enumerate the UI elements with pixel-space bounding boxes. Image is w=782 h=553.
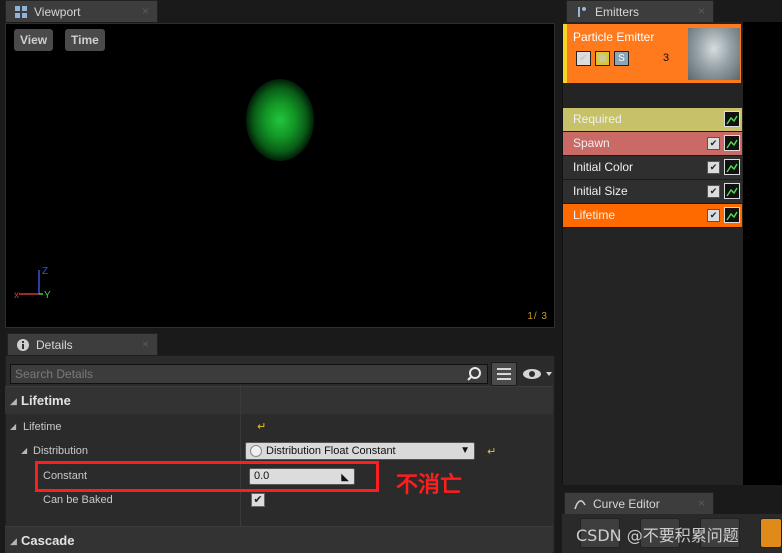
viewport-canvas[interactable]: View Time Z Y x 1/ 3	[5, 23, 555, 328]
emitter-header[interactable]: Particle Emitter ✔ ▦ S 3	[563, 24, 741, 83]
collapse-arrow-icon[interactable]: ◢	[10, 387, 17, 415]
annotation-highlight-box	[35, 461, 379, 492]
axis-z-label: Z	[42, 266, 48, 277]
distribution-value: Distribution Float Constant	[266, 445, 396, 457]
emitter-column-empty-area	[743, 22, 782, 485]
collapse-arrow-icon[interactable]: ◢	[21, 439, 27, 463]
module-initial-color[interactable]: Initial Color ✔	[563, 156, 742, 180]
tab-details[interactable]: Details ×	[7, 333, 158, 355]
close-icon[interactable]: ×	[142, 4, 149, 18]
watermark: CSDN @不要积累问题	[576, 526, 739, 545]
category-lifetime-label: Lifetime	[21, 393, 71, 408]
search-icon[interactable]	[466, 366, 484, 382]
info-icon	[17, 338, 29, 351]
module-label: Spawn	[573, 136, 610, 150]
module-list: Required Spawn ✔ Initial Color ✔ Initial…	[563, 108, 742, 228]
graph-icon[interactable]	[724, 183, 740, 199]
tab-viewport-label: Viewport	[34, 4, 81, 19]
tab-emitters[interactable]: Emitters ×	[566, 0, 714, 22]
module-enabled-checkbox[interactable]: ✔	[707, 185, 720, 198]
module-spawn[interactable]: Spawn ✔	[563, 132, 742, 156]
distribution-type-dropdown[interactable]: Distribution Float Constant ▼	[245, 442, 475, 460]
module-initial-size[interactable]: Initial Size ✔	[563, 180, 742, 204]
axis-gizmo-icon: Z Y x	[14, 266, 51, 300]
search-input[interactable]: Search Details	[10, 364, 488, 384]
emitter-name: Particle Emitter	[573, 30, 655, 44]
eye-icon[interactable]	[520, 365, 554, 383]
curve-icon	[574, 499, 586, 509]
list-icon	[497, 368, 511, 380]
module-label: Lifetime	[573, 208, 616, 222]
axis-x-label: x	[14, 290, 19, 300]
module-enabled-checkbox[interactable]: ✔	[707, 161, 720, 174]
tab-emitters-label: Emitters	[595, 4, 640, 19]
distribution-radio-icon	[250, 445, 262, 457]
emitter-enabled-checkbox[interactable]: ✔	[576, 51, 591, 66]
time-button[interactable]: Time	[65, 29, 105, 51]
emitter-particle-count: 3	[663, 52, 670, 64]
grid-icon	[15, 5, 27, 18]
graph-icon[interactable]	[724, 135, 740, 151]
module-required[interactable]: Required	[563, 108, 742, 132]
close-icon[interactable]: ×	[142, 337, 149, 351]
tab-curve-editor-label: Curve Editor	[593, 496, 660, 511]
tab-viewport[interactable]: Viewport ×	[5, 0, 158, 22]
emitter-thumbnail	[688, 28, 740, 80]
zoom-button[interactable]	[760, 518, 782, 548]
module-enabled-checkbox[interactable]: ✔	[707, 137, 720, 150]
category-lifetime[interactable]: ◢ Lifetime	[5, 386, 553, 414]
axis-y-label: Y	[44, 290, 51, 300]
solo-button[interactable]: S	[614, 51, 629, 66]
collapse-arrow-icon[interactable]: ◢	[10, 415, 16, 439]
module-label: Initial Size	[573, 184, 628, 198]
graph-icon[interactable]	[724, 111, 740, 127]
reset-to-default-icon[interactable]: ↵	[257, 420, 266, 433]
tab-curve-editor[interactable]: Curve Editor ×	[564, 492, 714, 514]
render-mode-icon[interactable]: ▦	[595, 51, 610, 66]
graph-icon[interactable]	[724, 207, 740, 223]
emitters-panel: Particle Emitter ✔ ▦ S 3 Required Spawn …	[562, 22, 782, 485]
search-placeholder: Search Details	[15, 367, 94, 381]
frame-counter: 1/ 3	[527, 311, 548, 322]
view-button[interactable]: View	[14, 29, 54, 51]
chevron-down-icon: ▼	[460, 445, 470, 456]
module-label: Initial Color	[573, 160, 634, 174]
reset-to-default-icon[interactable]: ↵	[487, 445, 496, 458]
particle-preview	[246, 79, 314, 161]
category-cascade-label: Cascade	[21, 533, 75, 548]
module-label: Required	[573, 112, 622, 126]
category-cascade[interactable]: ◢ Cascade	[5, 526, 553, 553]
graph-icon[interactable]	[724, 159, 740, 175]
module-enabled-checkbox[interactable]: ✔	[707, 209, 720, 222]
view-options-list-button[interactable]	[491, 362, 517, 386]
close-icon[interactable]: ×	[698, 4, 705, 18]
annotation-text: 不消亡	[396, 473, 463, 498]
property-distribution-label: Distribution	[33, 445, 89, 457]
collapse-arrow-icon[interactable]: ◢	[10, 527, 17, 553]
tab-details-label: Details	[36, 337, 73, 352]
close-icon[interactable]: ×	[698, 496, 705, 510]
module-lifetime[interactable]: Lifetime ✔	[563, 204, 742, 228]
property-row-lifetime: ◢ Lifetime	[5, 415, 553, 439]
can-be-baked-checkbox[interactable]: ✔	[251, 493, 265, 507]
emitter-icon	[578, 6, 586, 17]
property-lifetime-label: Lifetime	[23, 421, 62, 433]
